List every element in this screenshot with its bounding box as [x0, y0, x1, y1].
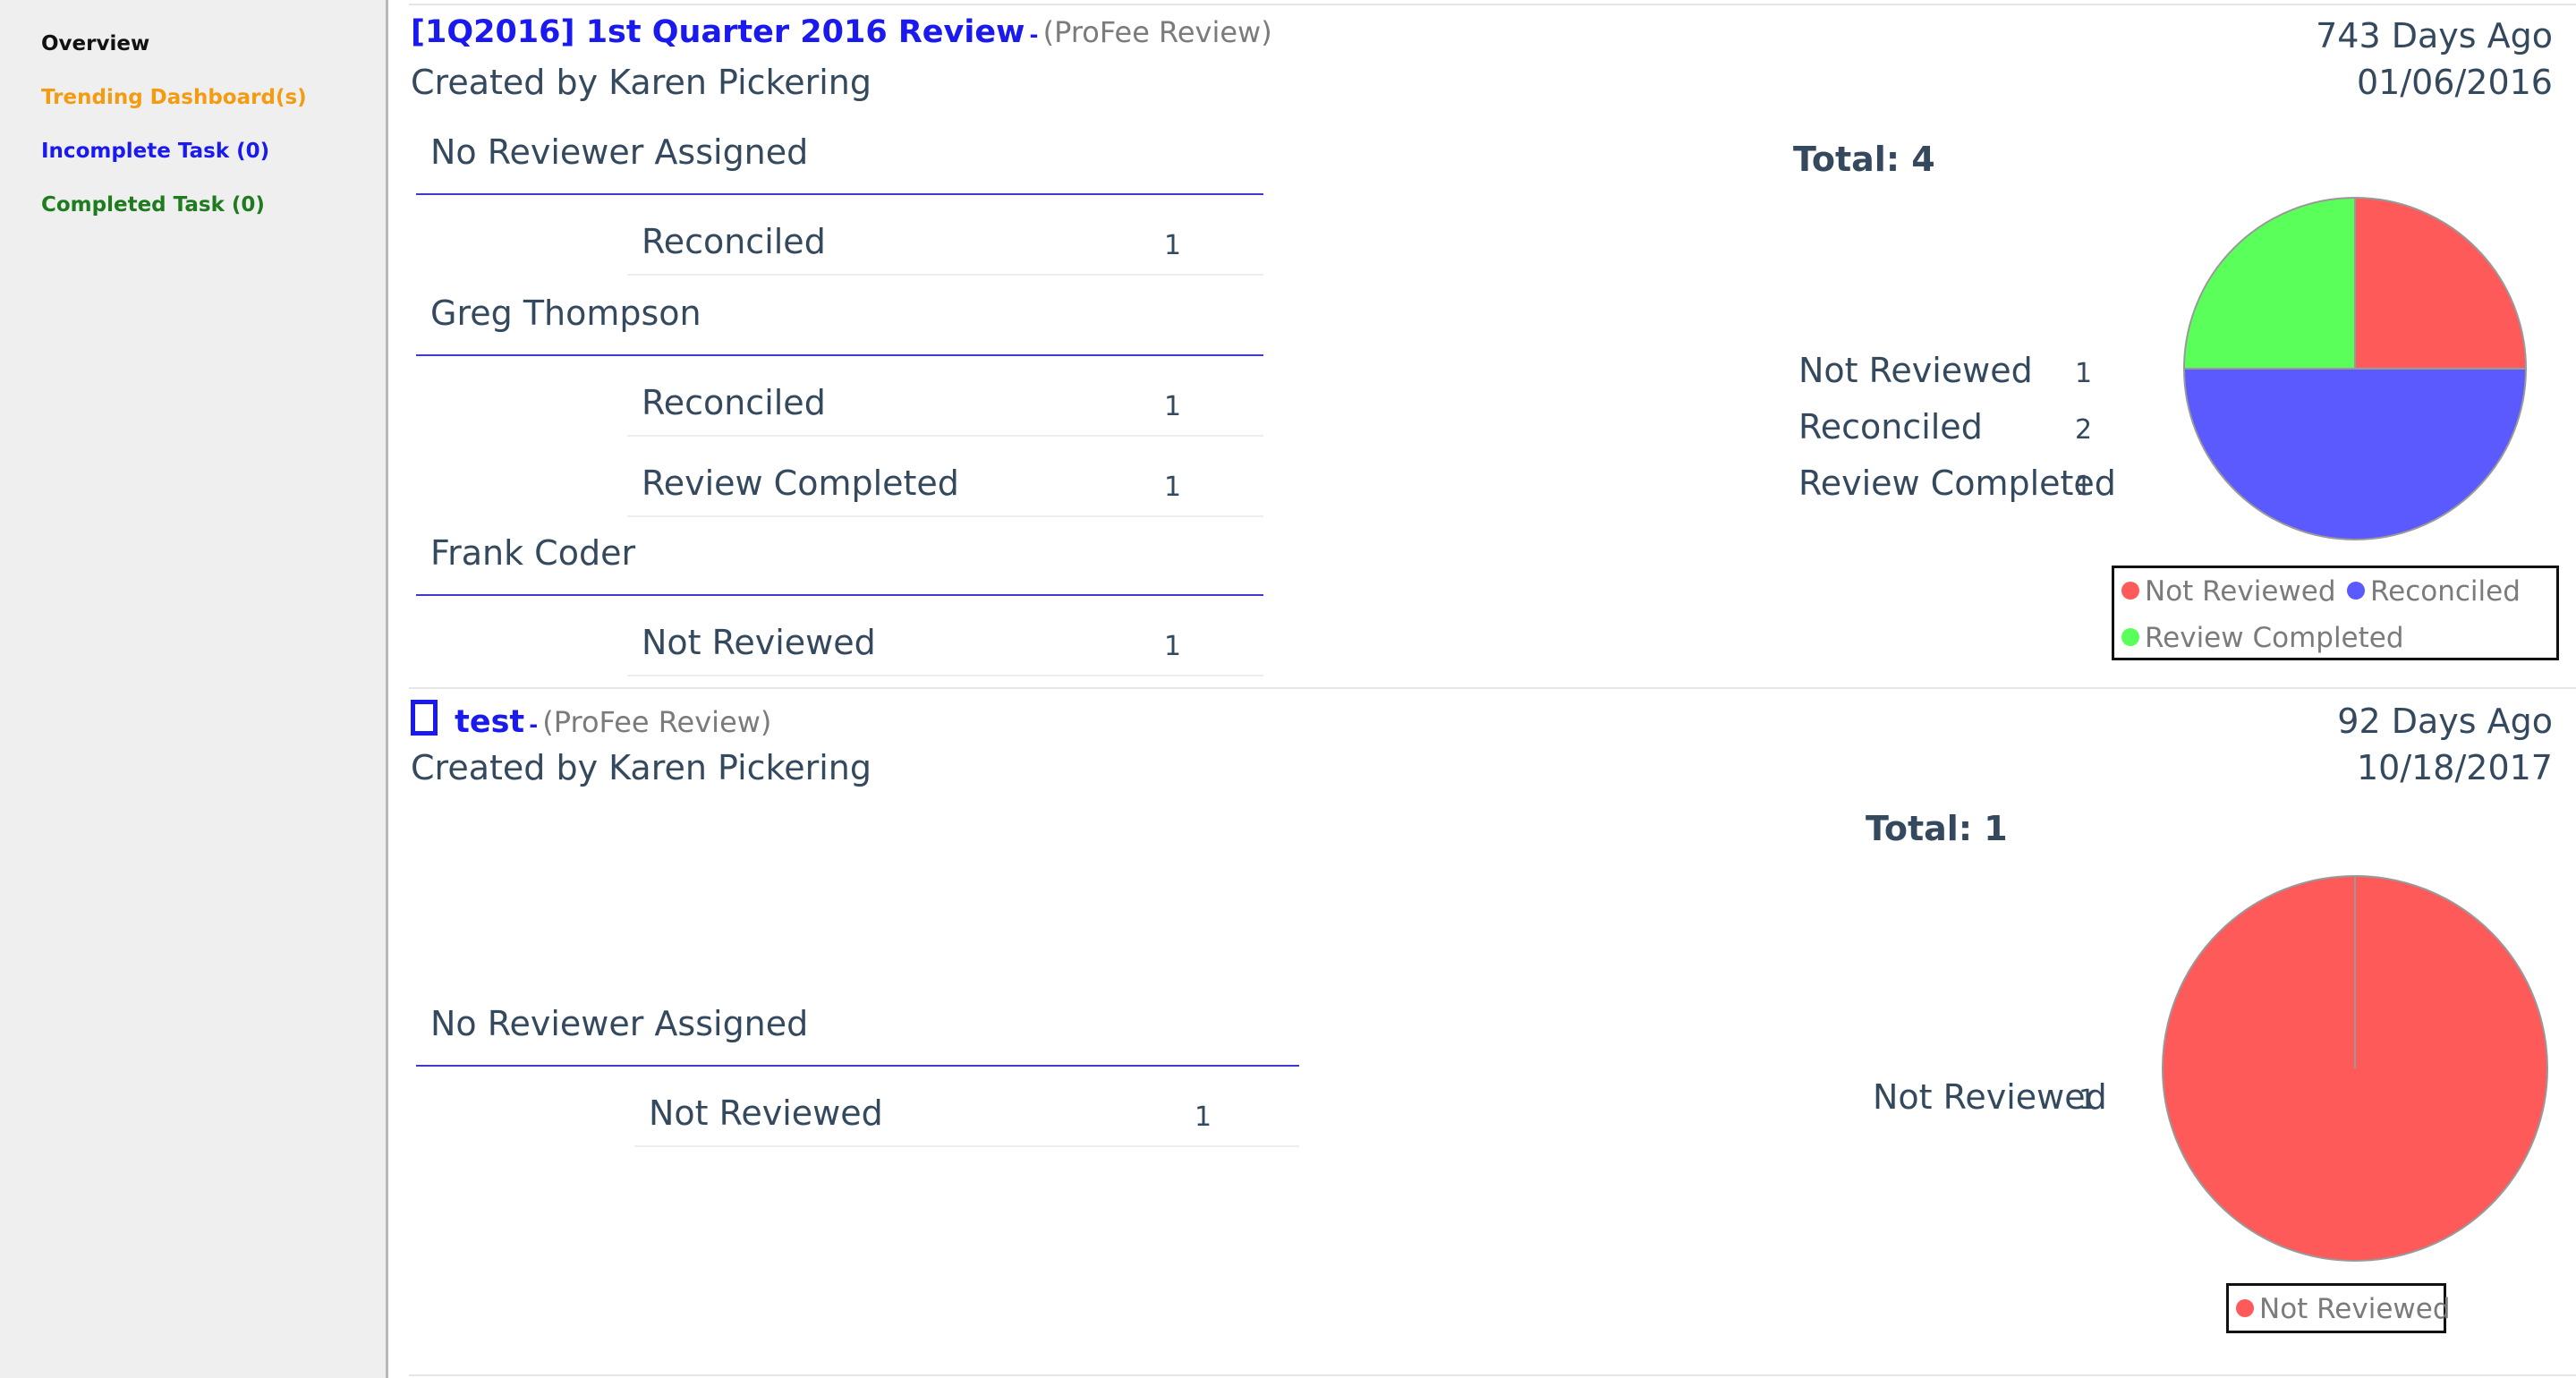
main-content: [1Q2016] 1st Quarter 2016 Review - (ProF… — [391, 0, 2576, 1378]
chart-legend: Not Reviewed — [2226, 1283, 2451, 1333]
task-type: (ProFee Review) — [542, 705, 772, 739]
status-row: Not Reviewed 1 — [634, 1068, 1299, 1147]
pie-slice-review-completed — [2182, 197, 2356, 370]
task-header: [1Q2016] 1st Quarter 2016 Review - (ProF… — [411, 14, 1272, 50]
reviewer-name: Greg Thompson — [430, 293, 701, 333]
created-by: Created by Karen Pickering — [411, 748, 871, 787]
reviewer-name: Frank Coder — [430, 533, 636, 573]
divider — [409, 687, 2576, 689]
summary-count: 1 — [2075, 358, 2093, 389]
pie-slice-reconciled — [2182, 368, 2528, 540]
reviewer-group-header: Greg Thompson — [416, 293, 1263, 356]
legend-dot-icon — [2121, 582, 2139, 600]
status-count: 1 — [1194, 1102, 1212, 1133]
title-separator: - — [1029, 22, 1039, 47]
reviewer-name: No Reviewer Assigned — [430, 132, 809, 172]
task-title-link[interactable]: [1Q2016] 1st Quarter 2016 Review — [411, 14, 1024, 50]
status-label: Reconciled — [642, 222, 826, 261]
summary-count: 1 — [2079, 1085, 2096, 1116]
legend-item: Review Completed — [2121, 622, 2404, 654]
legend-label: Not Reviewed — [2259, 1293, 2451, 1325]
status-label: Reconciled — [642, 383, 826, 422]
legend-item: Not Reviewed — [2121, 575, 2336, 608]
created-by: Created by Karen Pickering — [411, 63, 871, 102]
sidebar-item-trending-dashboards[interactable]: Trending Dashboard(s) — [41, 86, 307, 109]
reviewer-name: No Reviewer Assigned — [430, 1004, 809, 1043]
total-label: Total: 4 — [1793, 140, 1935, 179]
summary-label: Reconciled — [1798, 407, 1983, 447]
pie-slice-not-reviewed — [2354, 197, 2528, 370]
summary-label: Review Completed — [1798, 464, 2116, 503]
chart-legend: Not Reviewed Reconciled Review Completed — [2112, 566, 2559, 660]
summary-label: Not Reviewed — [1798, 351, 2033, 390]
legend-label: Review Completed — [2145, 622, 2404, 654]
task-title-link[interactable]: test — [455, 704, 524, 740]
sidebar-item-completed-task[interactable]: Completed Task (0) — [41, 193, 265, 217]
divider — [409, 1374, 2576, 1376]
divider — [409, 4, 2576, 5]
status-count: 1 — [1164, 472, 1182, 503]
days-ago: 92 Days Ago — [2337, 702, 2553, 741]
status-pie-chart — [2162, 875, 2548, 1262]
legend-dot-icon — [2121, 628, 2139, 646]
legend-item: Reconciled — [2347, 575, 2521, 608]
summary-label: Not Reviewed — [1873, 1077, 2107, 1117]
status-count: 1 — [1164, 230, 1182, 261]
task-header: test - (ProFee Review) — [411, 700, 771, 740]
status-row: Not Reviewed 1 — [627, 598, 1263, 676]
sidebar-item-incomplete-task[interactable]: Incomplete Task (0) — [41, 140, 269, 163]
status-row: Reconciled 1 — [627, 197, 1263, 276]
task-date: 01/06/2016 — [2356, 63, 2553, 102]
status-count: 1 — [1164, 391, 1182, 422]
legend-label: Reconciled — [2370, 575, 2521, 608]
status-label: Not Reviewed — [642, 623, 876, 662]
summary-count: 1 — [2075, 471, 2093, 502]
reviewer-group-header: No Reviewer Assigned — [416, 132, 1263, 195]
total-label: Total: 1 — [1866, 809, 2008, 848]
status-pie-chart — [2182, 197, 2528, 540]
status-row: Reconciled 1 — [627, 358, 1263, 437]
legend-item: Not Reviewed — [2236, 1293, 2451, 1325]
legend-label: Not Reviewed — [2145, 575, 2336, 608]
status-row: Review Completed 1 — [627, 438, 1263, 517]
title-separator: - — [529, 712, 539, 737]
sidebar-item-overview[interactable]: Overview — [41, 32, 149, 55]
checkbox-icon[interactable] — [411, 700, 438, 736]
legend-dot-icon — [2236, 1299, 2254, 1317]
summary-count: 2 — [2075, 414, 2093, 446]
sidebar: Overview Trending Dashboard(s) Incomplet… — [0, 0, 388, 1378]
status-label: Review Completed — [642, 464, 959, 503]
status-count: 1 — [1164, 631, 1182, 662]
reviewer-group-header: No Reviewer Assigned — [416, 1004, 1299, 1067]
task-date: 10/18/2017 — [2356, 748, 2553, 787]
days-ago: 743 Days Ago — [2316, 16, 2553, 55]
task-type: (ProFee Review) — [1042, 15, 1272, 49]
status-label: Not Reviewed — [649, 1093, 883, 1133]
reviewer-group-header: Frank Coder — [416, 533, 1263, 596]
legend-dot-icon — [2347, 582, 2365, 600]
